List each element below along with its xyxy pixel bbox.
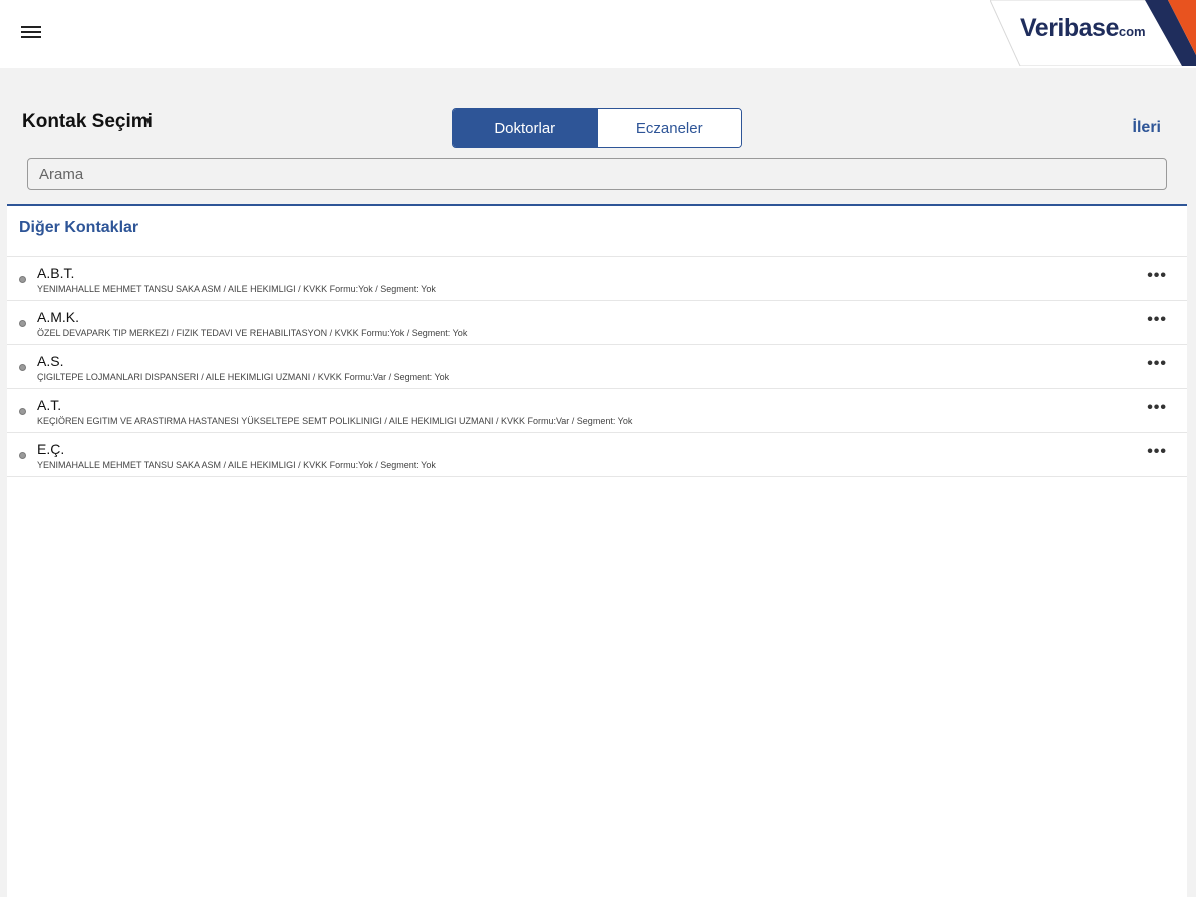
more-options-icon[interactable]: •••: [1147, 355, 1167, 373]
tab-eczaneler[interactable]: Eczaneler: [596, 109, 741, 147]
logo-text: Veribasecom: [1020, 14, 1146, 42]
more-options-icon[interactable]: •••: [1147, 399, 1167, 417]
status-dot-icon: [19, 276, 26, 283]
contact-detail: ÖZEL DEVAPARK TIP MERKEZI / FIZIK TEDAVI…: [37, 328, 468, 338]
more-options-icon[interactable]: •••: [1147, 443, 1167, 461]
contact-row[interactable]: E.Ç. YENIMAHALLE MEHMET TANSU SAKA ASM /…: [7, 433, 1187, 477]
veribase-logo: Veribasecom: [990, 0, 1196, 66]
more-options-icon[interactable]: •••: [1147, 267, 1167, 285]
section-title: Diğer Kontaklar: [19, 219, 139, 236]
contact-row[interactable]: A.M.K. ÖZEL DEVAPARK TIP MERKEZI / FIZIK…: [7, 301, 1187, 345]
contact-name: A.B.T.: [37, 265, 75, 281]
contact-row[interactable]: A.B.T. YENIMAHALLE MEHMET TANSU SAKA ASM…: [7, 257, 1187, 301]
caret-down-icon[interactable]: ▼: [143, 116, 153, 127]
contact-type-segmented-control: Doktorlar Eczaneler: [452, 108, 742, 148]
contact-name: A.T.: [37, 397, 62, 413]
page-title[interactable]: Kontak Seçimi: [22, 111, 153, 133]
contact-name: A.S.: [37, 353, 64, 369]
contact-detail: ÇIGILTEPE LOJMANLARI DISPANSERI / AILE H…: [37, 372, 450, 382]
contact-row[interactable]: A.T. KEÇIÖREN EGITIM VE ARASTIRMA HASTAN…: [7, 389, 1187, 433]
contact-name: E.Ç.: [37, 441, 65, 457]
contacts-panel: Diğer Kontaklar A.B.T. YENIMAHALLE MEHME…: [7, 204, 1187, 897]
status-dot-icon: [19, 320, 26, 327]
more-options-icon[interactable]: •••: [1147, 311, 1167, 329]
contact-detail: YENIMAHALLE MEHMET TANSU SAKA ASM / AILE…: [37, 460, 436, 470]
search-input[interactable]: [27, 158, 1167, 190]
top-bar: Veribasecom: [0, 0, 1196, 68]
tab-doktorlar[interactable]: Doktorlar: [453, 109, 597, 147]
contact-row[interactable]: A.S. ÇIGILTEPE LOJMANLARI DISPANSERI / A…: [7, 345, 1187, 389]
contact-list: A.B.T. YENIMAHALLE MEHMET TANSU SAKA ASM…: [7, 256, 1187, 477]
contact-detail: YENIMAHALLE MEHMET TANSU SAKA ASM / AILE…: [37, 284, 436, 294]
contact-name: A.M.K.: [37, 309, 80, 325]
status-dot-icon: [19, 364, 26, 371]
contact-detail: KEÇIÖREN EGITIM VE ARASTIRMA HASTANESI Y…: [37, 416, 633, 426]
status-dot-icon: [19, 408, 26, 415]
hamburger-menu-icon[interactable]: [21, 26, 41, 40]
next-button[interactable]: İleri: [1133, 119, 1161, 137]
status-dot-icon: [19, 452, 26, 459]
